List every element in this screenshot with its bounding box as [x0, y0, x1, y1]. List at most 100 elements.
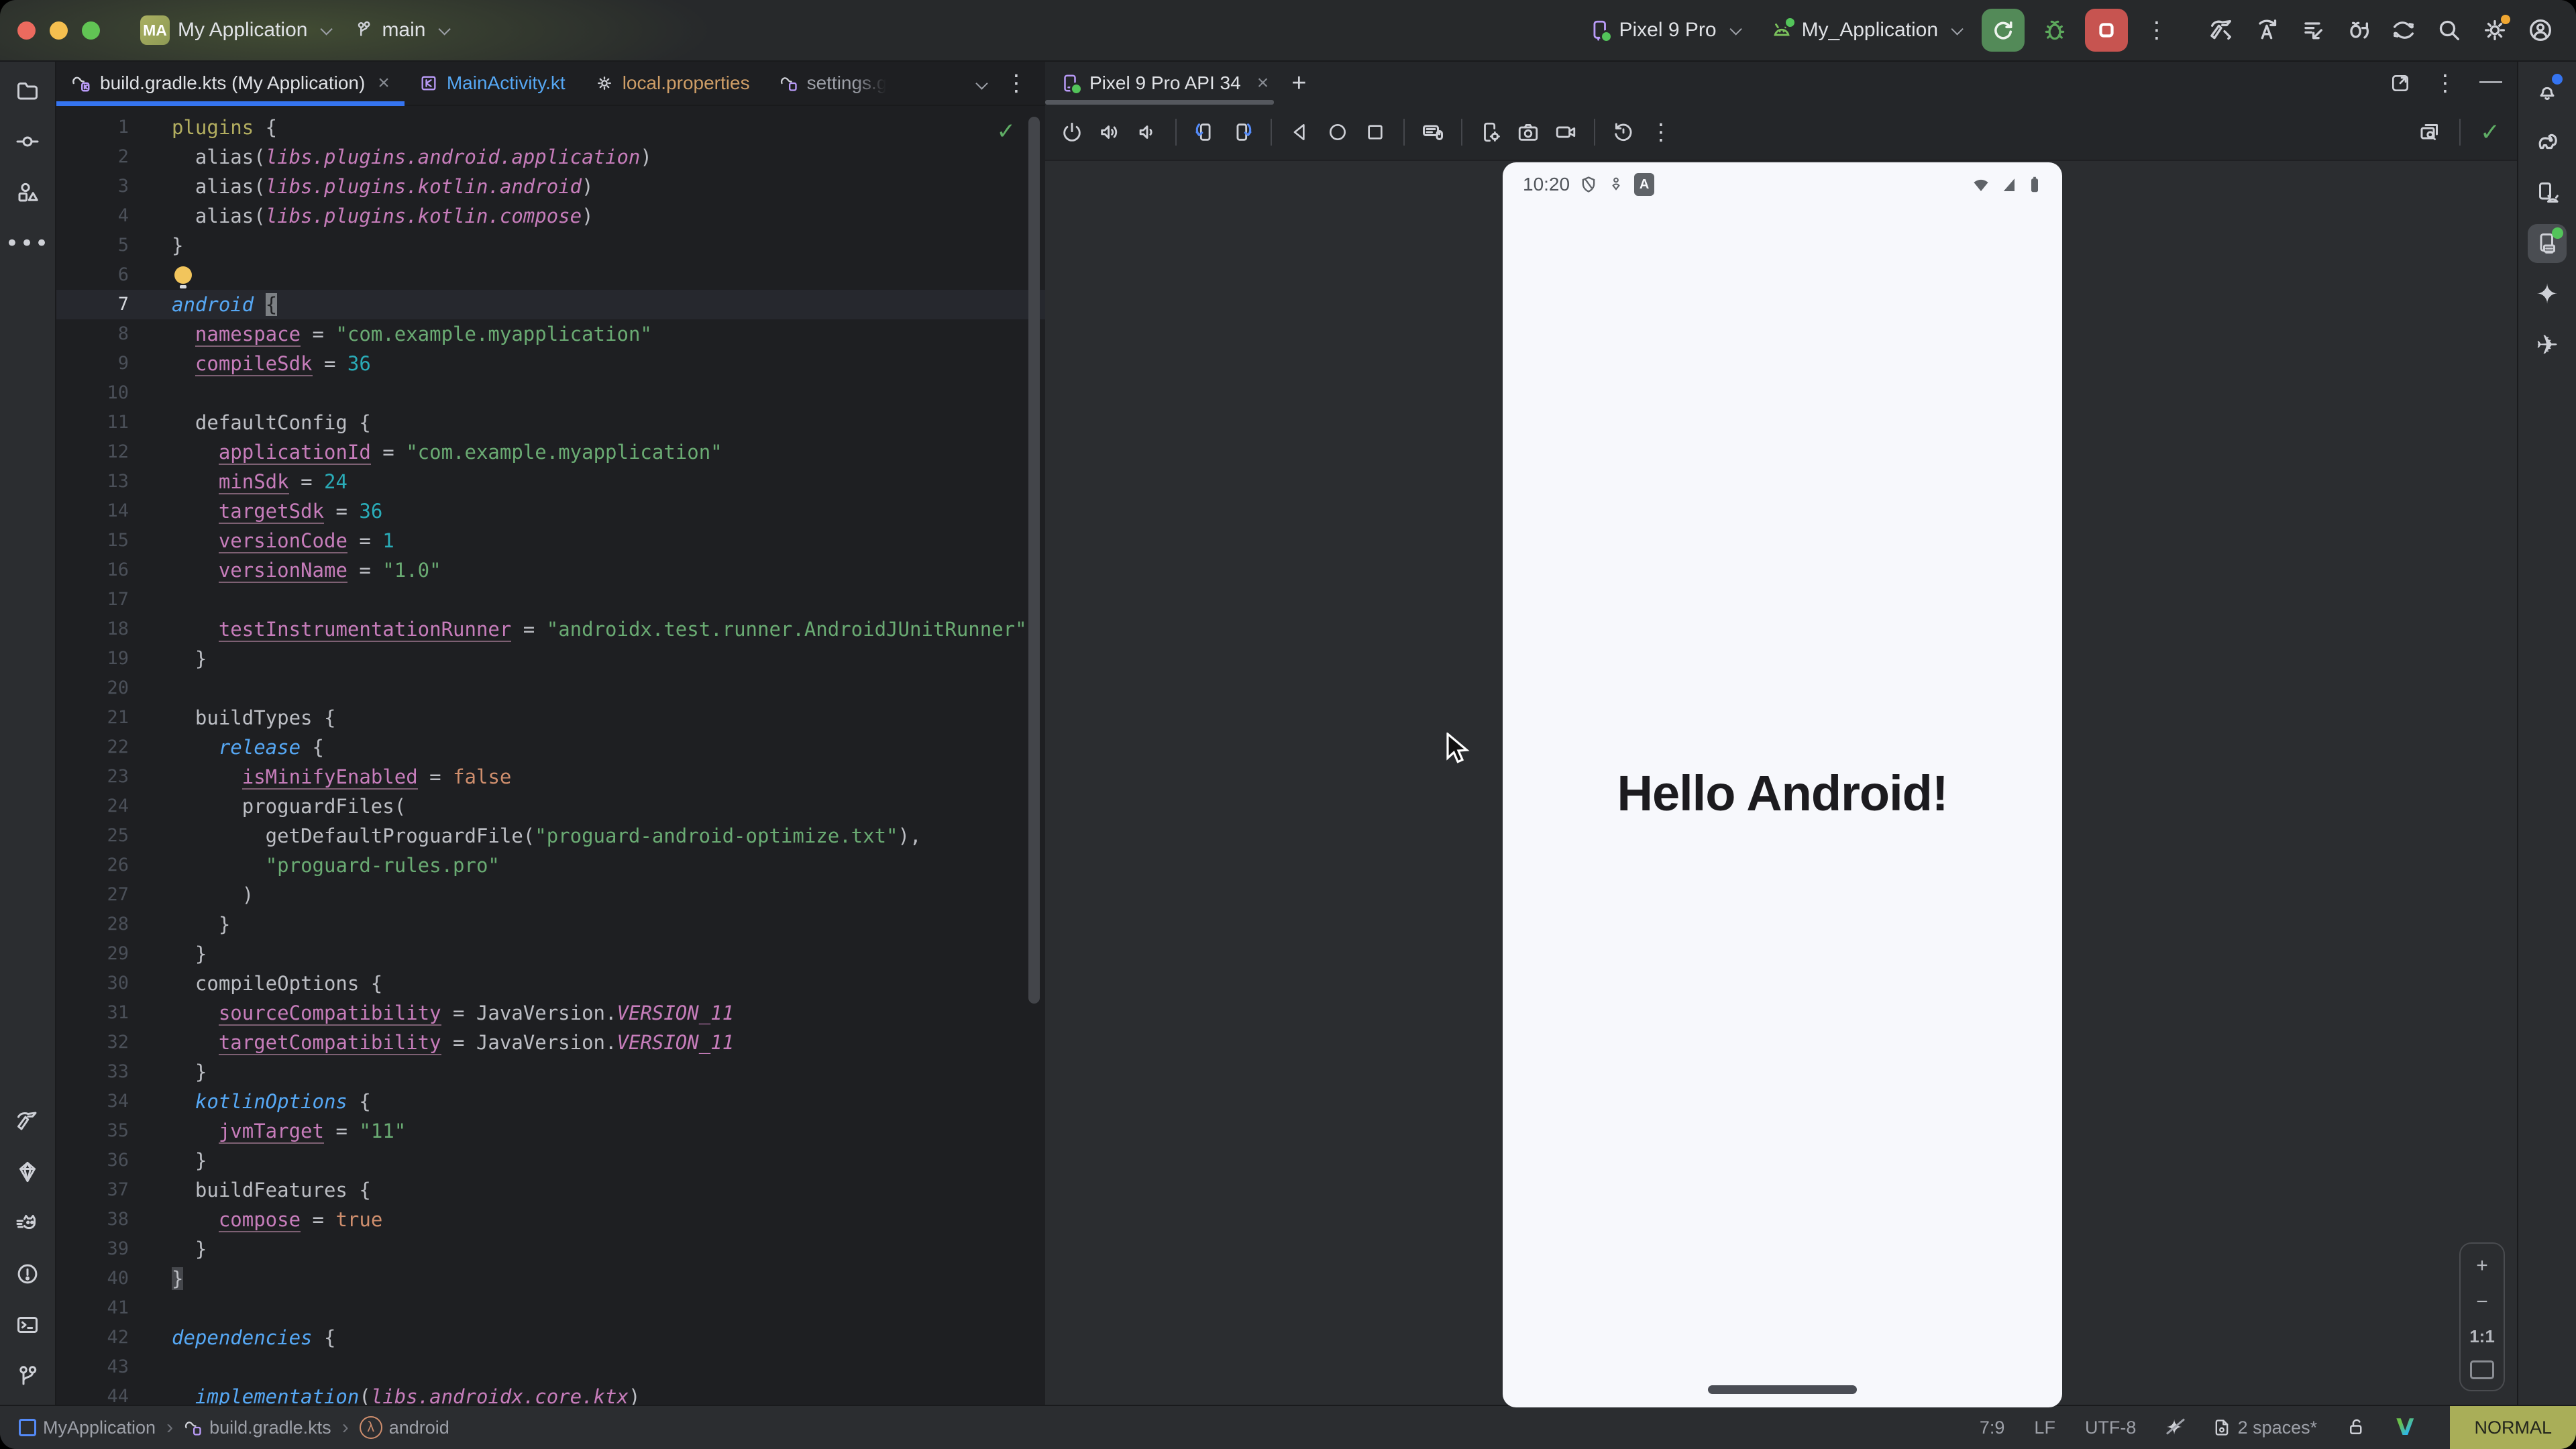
gradle-sync-button[interactable]: [2385, 12, 2422, 48]
run-configuration-selector[interactable]: My_Application: [1760, 12, 1970, 48]
zoom-fit-button[interactable]: [2470, 1360, 2494, 1379]
search-everywhere-button[interactable]: [2431, 12, 2467, 48]
encoding-widget[interactable]: UTF-8: [2085, 1417, 2137, 1438]
line-number[interactable]: 30: [56, 969, 129, 998]
line-number[interactable]: 26: [56, 851, 129, 880]
line-number[interactable]: 23: [56, 762, 129, 792]
profiler-button[interactable]: [2294, 12, 2330, 48]
line-number[interactable]: 27: [56, 880, 129, 910]
line-number[interactable]: 38: [56, 1205, 129, 1234]
line-number[interactable]: 37: [56, 1175, 129, 1205]
editor-tab-options-icon[interactable]: ⋮: [1000, 72, 1033, 95]
android-nav-handle[interactable]: [1708, 1385, 1857, 1394]
debug-button[interactable]: [2037, 12, 2073, 48]
vim-mode-badge[interactable]: NORMAL: [2450, 1406, 2576, 1449]
line-number[interactable]: 2: [56, 142, 129, 172]
readonly-toggle[interactable]: [2347, 1417, 2367, 1438]
code-line[interactable]: 21 buildTypes {: [56, 703, 1045, 733]
line-number[interactable]: 21: [56, 703, 129, 733]
code-line[interactable]: 9 compileSdk = 36: [56, 349, 1045, 378]
volume-up-button[interactable]: [1093, 116, 1126, 148]
line-number[interactable]: 10: [56, 378, 129, 408]
code-line[interactable]: 17: [56, 585, 1045, 614]
code-line[interactable]: 4 alias(libs.plugins.kotlin.compose): [56, 201, 1045, 231]
screen-record-button[interactable]: [1550, 116, 1582, 148]
device-selector[interactable]: Pixel 9 Pro: [1578, 12, 1748, 48]
line-number[interactable]: 22: [56, 733, 129, 762]
project-widget[interactable]: MA My Application: [131, 9, 339, 52]
code-line[interactable]: 29 }: [56, 939, 1045, 969]
line-number[interactable]: 24: [56, 792, 129, 821]
code-line[interactable]: 16 versionName = "1.0": [56, 555, 1045, 585]
code-line[interactable]: 3 alias(libs.plugins.kotlin.android): [56, 172, 1045, 201]
line-number[interactable]: 44: [56, 1382, 129, 1405]
line-number[interactable]: 34: [56, 1087, 129, 1116]
notifications-tool-button[interactable]: [2528, 71, 2567, 110]
code-line[interactable]: 6: [56, 260, 1045, 290]
settings-button[interactable]: [2477, 12, 2513, 48]
code-line[interactable]: 41: [56, 1293, 1045, 1323]
rotate-left-button[interactable]: [1189, 116, 1221, 148]
emulator-screen[interactable]: 10:20 A: [1503, 162, 2062, 1407]
code-line[interactable]: 19 }: [56, 644, 1045, 674]
android-back-button[interactable]: [1284, 116, 1316, 148]
volume-down-button[interactable]: [1131, 116, 1163, 148]
screenshot-button[interactable]: [1512, 116, 1544, 148]
code-line[interactable]: 25 getDefaultProguardFile("proguard-andr…: [56, 821, 1045, 851]
zoom-in-button[interactable]: +: [2476, 1254, 2488, 1277]
line-number[interactable]: 29: [56, 939, 129, 969]
line-number[interactable]: 35: [56, 1116, 129, 1146]
terminal-tool-button[interactable]: [8, 1305, 47, 1344]
commit-tool-button[interactable]: [8, 122, 47, 161]
code-line[interactable]: 2 alias(libs.plugins.android.application…: [56, 142, 1045, 172]
hardware-input-button[interactable]: [1417, 116, 1449, 148]
code-line[interactable]: 38 compose = true: [56, 1205, 1045, 1234]
breadcrumb-element[interactable]: λ android: [360, 1416, 449, 1439]
line-ending-widget[interactable]: LF: [2034, 1417, 2055, 1438]
code-lines[interactable]: 1plugins {2 alias(libs.plugins.android.a…: [56, 113, 1045, 1405]
editor-scrollbar[interactable]: [1028, 117, 1040, 1004]
maximize-window-button[interactable]: [82, 21, 100, 40]
code-line[interactable]: 37 buildFeatures {: [56, 1175, 1045, 1205]
hidden-tabs-chevron-icon[interactable]: [975, 77, 987, 89]
add-device-tab-icon[interactable]: +: [1291, 69, 1306, 98]
line-number[interactable]: 3: [56, 172, 129, 201]
line-number[interactable]: 5: [56, 231, 129, 260]
code-line[interactable]: 26 "proguard-rules.pro": [56, 851, 1045, 880]
code-editor[interactable]: 1plugins {2 alias(libs.plugins.android.a…: [56, 106, 1045, 1405]
code-line[interactable]: 8 namespace = "com.example.myapplication…: [56, 319, 1045, 349]
emulator-more-button[interactable]: ⋮: [1645, 116, 1677, 148]
running-devices-tool-button[interactable]: [2528, 224, 2567, 263]
gemini-tool-button[interactable]: ✦: [2528, 275, 2567, 314]
panel-options-icon[interactable]: ⋮: [2428, 72, 2462, 95]
power-button[interactable]: [1056, 116, 1088, 148]
open-in-window-icon[interactable]: [2390, 72, 2411, 94]
line-number[interactable]: 15: [56, 526, 129, 555]
code-line[interactable]: 44 implementation(libs.androidx.core.ktx…: [56, 1382, 1045, 1405]
tab-build-gradle[interactable]: build.gradle.kts (My Application) ×: [56, 62, 405, 105]
line-number[interactable]: 16: [56, 555, 129, 585]
sync-language-button[interactable]: [2249, 12, 2285, 48]
line-number[interactable]: 9: [56, 349, 129, 378]
tab-local-properties[interactable]: local.properties: [580, 62, 765, 105]
line-number[interactable]: 19: [56, 644, 129, 674]
code-line[interactable]: 43: [56, 1352, 1045, 1382]
code-line[interactable]: 35 jvmTarget = "11": [56, 1116, 1045, 1146]
code-line[interactable]: 40}: [56, 1264, 1045, 1293]
vim-plugin-icon[interactable]: V: [2396, 1414, 2414, 1441]
line-number[interactable]: 18: [56, 614, 129, 644]
code-line[interactable]: 33 }: [56, 1057, 1045, 1087]
code-line[interactable]: 13 minSdk = 24: [56, 467, 1045, 496]
code-line[interactable]: 12 applicationId = "com.example.myapplic…: [56, 437, 1045, 467]
rotate-right-button[interactable]: [1226, 116, 1258, 148]
code-line[interactable]: 20: [56, 674, 1045, 703]
code-line[interactable]: 36 }: [56, 1146, 1045, 1175]
line-number[interactable]: 1: [56, 113, 129, 142]
line-number[interactable]: 43: [56, 1352, 129, 1382]
line-number[interactable]: 42: [56, 1323, 129, 1352]
code-line[interactable]: 10: [56, 378, 1045, 408]
snapshot-reset-button[interactable]: [1607, 116, 1640, 148]
minimize-window-button[interactable]: [50, 21, 68, 40]
zoom-reset-button[interactable]: 1:1: [2469, 1326, 2495, 1347]
code-line[interactable]: 18 testInstrumentationRunner = "androidx…: [56, 614, 1045, 644]
